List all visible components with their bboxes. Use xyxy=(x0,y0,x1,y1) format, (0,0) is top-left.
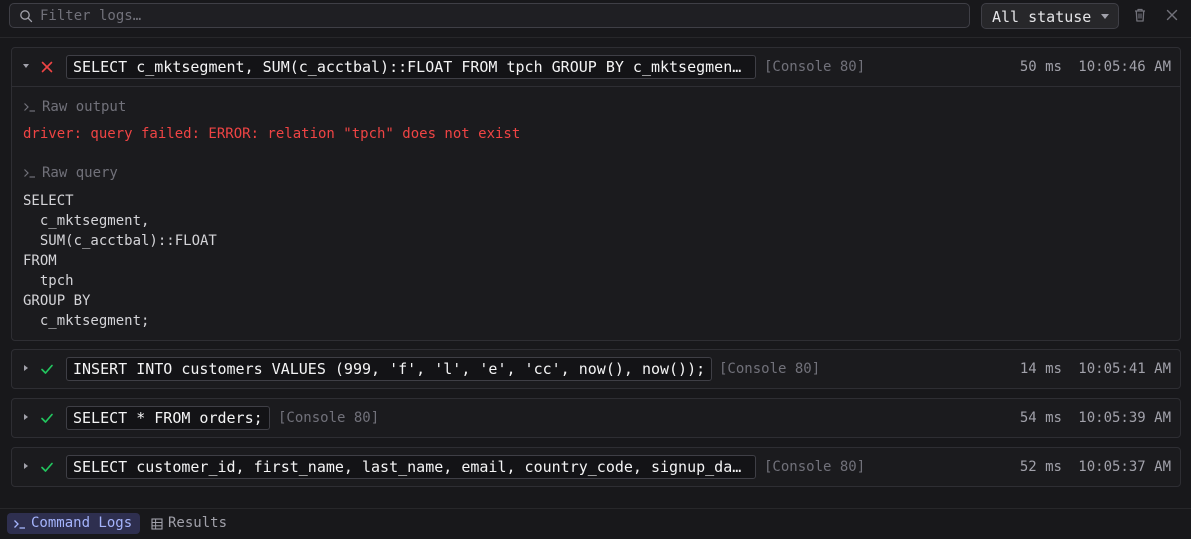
raw-query-heading: Raw query xyxy=(23,163,1169,183)
status-filter-select[interactable]: All statuse xyxy=(981,3,1119,29)
terminal-icon xyxy=(14,519,25,529)
console-tag: [Console 80] xyxy=(764,459,866,475)
log-entry: INSERT INTO customers VALUES (999, 'f', … xyxy=(11,349,1181,389)
duration: 54 ms xyxy=(1019,410,1062,426)
chevron-down-icon xyxy=(1101,14,1109,19)
query-text[interactable]: SELECT c_mktsegment, SUM(c_acctbal)::FLO… xyxy=(66,55,756,79)
search-icon xyxy=(20,10,33,23)
console-tag: [Console 80] xyxy=(278,410,380,426)
divider xyxy=(0,37,1191,38)
query-text[interactable]: SELECT * FROM orders; xyxy=(66,406,270,430)
chevron-down-icon[interactable] xyxy=(23,64,29,68)
raw-output-label: Raw output xyxy=(42,99,127,115)
close-icon[interactable] xyxy=(1162,5,1182,25)
timestamp: 10:05:39 AM xyxy=(1078,410,1171,426)
terminal-icon xyxy=(24,103,35,112)
chevron-right-icon[interactable] xyxy=(24,463,28,469)
timestamp: 10:05:37 AM xyxy=(1078,459,1171,475)
table-icon xyxy=(151,517,163,530)
duration: 50 ms xyxy=(1019,59,1062,75)
status-filter-value: All statuse xyxy=(992,8,1092,26)
error-x-icon xyxy=(41,61,53,73)
log-entry: SELECT * FROM orders; [Console 80] 54 ms… xyxy=(11,398,1181,438)
timestamp: 10:05:46 AM xyxy=(1078,59,1171,75)
duration: 14 ms xyxy=(1019,361,1062,377)
filter-logs-field[interactable] xyxy=(9,3,970,28)
check-icon xyxy=(41,413,53,423)
console-tag: [Console 80] xyxy=(764,59,866,75)
chevron-right-icon[interactable] xyxy=(24,414,28,420)
chevron-right-icon[interactable] xyxy=(24,365,28,371)
error-message: driver: query failed: ERROR: relation "t… xyxy=(23,126,521,142)
raw-query-text: SELECT c_mktsegment, SUM(c_acctbal)::FLO… xyxy=(23,193,217,329)
log-entry-header[interactable]: SELECT c_mktsegment, SUM(c_acctbal)::FLO… xyxy=(12,48,1180,86)
duration: 52 ms xyxy=(1019,459,1062,475)
log-entry: SELECT c_mktsegment, SUM(c_acctbal)::FLO… xyxy=(11,47,1181,341)
query-text[interactable]: INSERT INTO customers VALUES (999, 'f', … xyxy=(66,357,713,381)
raw-output-heading: Raw output xyxy=(23,97,1169,117)
toolbar: All statuse xyxy=(0,0,1191,34)
tab-label: Results xyxy=(168,515,228,531)
terminal-icon xyxy=(24,169,35,178)
timestamp: 10:05:41 AM xyxy=(1078,361,1171,377)
query-text[interactable]: SELECT customer_id, first_name, last_nam… xyxy=(66,455,756,479)
log-entry-header[interactable]: SELECT customer_id, first_name, last_nam… xyxy=(12,448,1180,486)
filter-logs-input[interactable] xyxy=(40,4,960,27)
bottom-panel-tabs: Command Logs Results xyxy=(0,508,1191,539)
tab-results[interactable]: Results xyxy=(145,513,235,534)
check-icon xyxy=(41,364,53,374)
trash-icon[interactable] xyxy=(1130,5,1150,25)
console-tag: [Console 80] xyxy=(719,361,821,377)
log-entry-header[interactable]: INSERT INTO customers VALUES (999, 'f', … xyxy=(12,350,1180,388)
log-entry-header[interactable]: SELECT * FROM orders; [Console 80] 54 ms… xyxy=(12,399,1180,437)
tab-label: Command Logs xyxy=(31,515,133,531)
log-entry: SELECT customer_id, first_name, last_nam… xyxy=(11,447,1181,487)
check-icon xyxy=(41,462,53,472)
raw-query-label: Raw query xyxy=(42,165,118,181)
tab-command-logs[interactable]: Command Logs xyxy=(7,513,141,534)
log-entry-details: Raw output driver: query failed: ERROR: … xyxy=(12,86,1180,339)
